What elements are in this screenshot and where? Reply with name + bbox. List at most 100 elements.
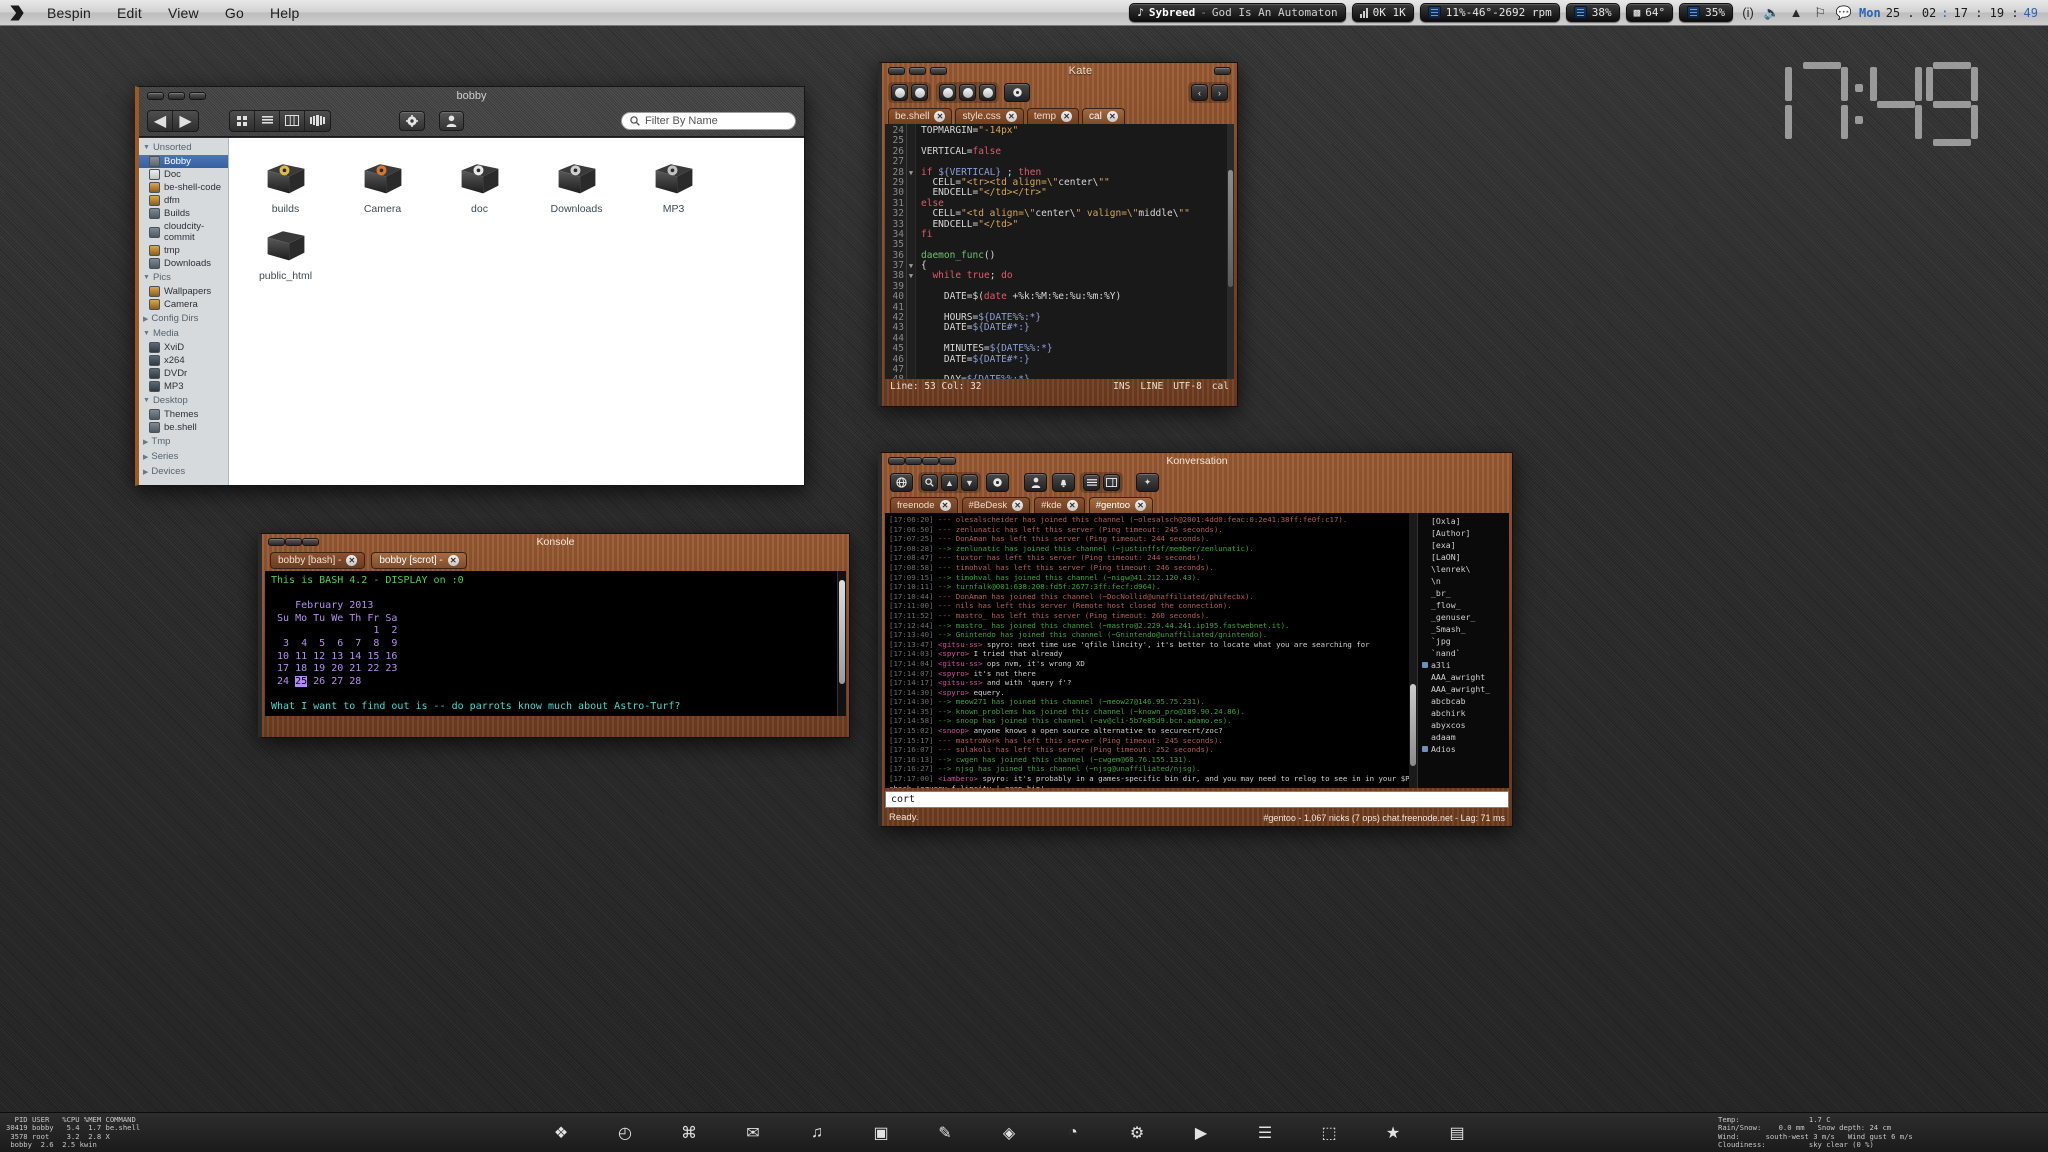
close-icon[interactable]: ✕: [1012, 500, 1024, 511]
sidebar-item-x264[interactable]: x264: [139, 354, 228, 367]
editor-launcher[interactable]: ✎: [932, 1120, 958, 1146]
sidebar-item-builds[interactable]: Builds: [139, 207, 228, 220]
sidebar-group-devices[interactable]: ▶ Devices: [139, 464, 228, 479]
nick-list-item[interactable]: abcbcab: [1422, 695, 1505, 707]
vertical-scrollbar[interactable]: [1227, 124, 1234, 379]
konsole-tab-0[interactable]: bobby [bash] - ✕: [270, 552, 366, 569]
sidebar-item-dfm[interactable]: dfm: [139, 194, 228, 207]
nick-list-item[interactable]: AAA_awright: [1422, 671, 1505, 683]
konversation-window[interactable]: Konversation ▲ ▼ ✦ freenode ✕ #BeDesk ✕ …: [878, 452, 1513, 827]
chat-launcher[interactable]: ◈: [996, 1120, 1022, 1146]
kate-tab-cal[interactable]: cal ✕: [1082, 108, 1125, 124]
konversation-tab-freenode[interactable]: freenode ✕: [890, 497, 958, 513]
cpu-monitor[interactable]: 11%-46°-2692 rpm: [1419, 3, 1560, 22]
nicklist-toggle-button[interactable]: [1083, 474, 1100, 491]
file-manager-window[interactable]: bobby ◀ ▶ Filter By Name ▼ Unsorted Bobb…: [135, 86, 805, 486]
undo-button[interactable]: [959, 84, 976, 101]
browser-launcher[interactable]: ⌘: [676, 1120, 702, 1146]
music-launcher[interactable]: ♫: [804, 1120, 830, 1146]
forward-button[interactable]: ▶: [173, 111, 198, 131]
settings-button[interactable]: [986, 473, 1009, 492]
kde-menu-button[interactable]: [0, 3, 34, 23]
files-launcher[interactable]: ❖: [548, 1120, 574, 1146]
window-menu-button[interactable]: [1214, 67, 1231, 75]
search-button[interactable]: [921, 474, 938, 491]
notes-launcher[interactable]: ☰: [1252, 1120, 1278, 1146]
sidebar-group-tmp[interactable]: ▶ Tmp: [139, 434, 228, 449]
file-item[interactable]: doc: [433, 152, 526, 215]
sidebar-group-unsorted[interactable]: ▼ Unsorted: [139, 140, 228, 155]
kate-titlebar[interactable]: Kate: [882, 63, 1237, 79]
minimize-button[interactable]: [909, 67, 926, 75]
konversation-tab--bedesk[interactable]: #BeDesk ✕: [961, 497, 1031, 513]
eject-icon[interactable]: ▲: [1787, 4, 1805, 22]
sidebar-group-series[interactable]: ▶ Series: [139, 449, 228, 464]
sidebar-item-xvid[interactable]: XviD: [139, 341, 228, 354]
mail-launcher[interactable]: ✉: [740, 1120, 766, 1146]
menu-help[interactable]: Help: [257, 0, 313, 26]
nick-list-item[interactable]: \lenrek\: [1422, 563, 1505, 575]
nick-list-item[interactable]: abyxcos: [1422, 719, 1505, 731]
fold-marker-icon[interactable]: ▼: [907, 271, 915, 281]
konsole-window[interactable]: Konsole bobby [bash] - ✕ bobby [scrot] - ✕ …: [258, 533, 850, 738]
konsole-tab-1[interactable]: bobby [scrot] - ✕: [371, 552, 467, 569]
menu-bespin[interactable]: Bespin: [34, 0, 104, 26]
sidebar-item-doc[interactable]: Doc: [139, 168, 228, 181]
configure-button[interactable]: [1004, 83, 1030, 102]
open-file-button[interactable]: [911, 84, 928, 101]
nick-list-item[interactable]: [LaON]: [1422, 551, 1505, 563]
nick-list-item[interactable]: \n: [1422, 575, 1505, 587]
nick-list-item[interactable]: [exa]: [1422, 539, 1505, 551]
konversation-tab--gentoo[interactable]: #gentoo ✕: [1088, 497, 1154, 513]
menu-go[interactable]: Go: [212, 0, 257, 26]
file-item[interactable]: builds: [239, 152, 332, 215]
menu-view[interactable]: View: [155, 0, 212, 26]
settings-button[interactable]: [399, 110, 425, 131]
nick-list-item[interactable]: a3li: [1422, 659, 1505, 671]
server-list-button[interactable]: [890, 473, 913, 492]
sidebar-item-mp3[interactable]: MP3: [139, 380, 228, 393]
temperature-monitor-1[interactable]: ▩ 64°: [1625, 3, 1674, 22]
info-icon[interactable]: (i): [1739, 4, 1757, 22]
sidebar-item-bobby[interactable]: Bobby: [139, 155, 228, 168]
search-input[interactable]: Filter By Name: [621, 111, 796, 130]
icons-view-button[interactable]: [230, 110, 255, 131]
sidebar-item-cloudcity-commit[interactable]: cloudcity-commit: [139, 220, 228, 244]
nick-list-item[interactable]: adaam: [1422, 731, 1505, 743]
close-icon[interactable]: ✕: [939, 500, 951, 511]
memory-monitor[interactable]: 38%: [1565, 3, 1620, 22]
next-channel-button[interactable]: ▼: [961, 474, 978, 491]
close-icon[interactable]: ✕: [1061, 111, 1073, 122]
file-item[interactable]: Camera: [336, 152, 429, 215]
kate-editor[interactable]: 24 25 26 27 28 29 30 31 32 33 34 35 36 37 38 39 40 41 42 43…: [885, 124, 1234, 379]
file-manager-sidebar[interactable]: ▼ Unsorted Bobby Doc be-shell-code dfm Builds c…: [139, 138, 229, 485]
identity-button[interactable]: [1024, 473, 1047, 492]
video-launcher[interactable]: ▶: [1188, 1120, 1214, 1146]
user-account-button[interactable]: [439, 110, 464, 131]
nick-list-item[interactable]: `jpg: [1422, 635, 1505, 647]
chat-icon[interactable]: 💬: [1835, 4, 1853, 22]
temperature-monitor-2[interactable]: 35%: [1679, 3, 1734, 22]
previous-document-button[interactable]: ‹: [1191, 84, 1208, 101]
sidebar-item-be-shell[interactable]: be.shell: [139, 421, 228, 434]
terminal-scrollbar[interactable]: [837, 571, 846, 716]
settings-launcher[interactable]: ⚙: [1124, 1120, 1150, 1146]
notifications-button[interactable]: [1052, 473, 1075, 492]
fold-marker-icon[interactable]: ▼: [907, 168, 915, 178]
next-document-button[interactable]: ›: [1211, 84, 1228, 101]
kate-window[interactable]: Kate ‹ › be.shell ✕ style.css ✕ temp ✕ cal ✕ 24…: [878, 62, 1238, 407]
code-content[interactable]: TOPMARGIN="-14px" VERTICAL=false if ${VE…: [916, 124, 1227, 379]
sidebar-group-config-dirs[interactable]: ▶ Config Dirs: [139, 311, 228, 326]
kate-tab-temp[interactable]: temp ✕: [1026, 108, 1080, 124]
close-icon[interactable]: ✕: [1005, 111, 1017, 122]
previous-channel-button[interactable]: ▲: [941, 474, 958, 491]
close-icon[interactable]: ✕: [1135, 500, 1147, 511]
file-item[interactable]: public_html: [239, 219, 332, 282]
file-item[interactable]: MP3: [627, 152, 720, 215]
split-view-button[interactable]: [1103, 474, 1120, 491]
nick-list-item[interactable]: [Author]: [1422, 527, 1505, 539]
file-manager-titlebar[interactable]: bobby: [139, 87, 804, 105]
konsole-titlebar[interactable]: Konsole: [262, 534, 849, 550]
nick-list-item[interactable]: abchirk: [1422, 707, 1505, 719]
flag-icon[interactable]: ⚐: [1811, 4, 1829, 22]
